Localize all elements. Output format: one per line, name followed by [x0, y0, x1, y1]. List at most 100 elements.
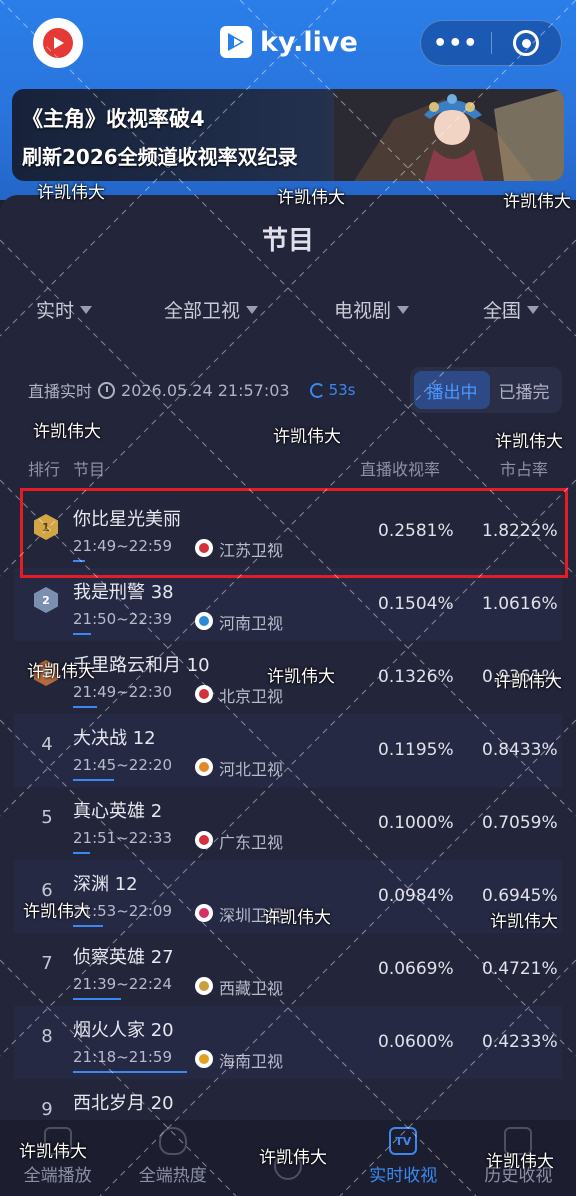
program-title: 深渊 12 [73, 874, 138, 895]
table-row[interactable]: 6 深渊 12 21:53~22:09 深圳卫视 0.0984% 0.6945% [14, 860, 562, 933]
channel-name: 西藏卫视 [219, 979, 284, 998]
airtime-progress-bar [73, 925, 103, 927]
filter-region-label: 全国 [483, 300, 522, 322]
tab-all-playback[interactable]: 全端播放 [0, 1120, 115, 1196]
program-time: 21:18~21:59 [73, 1048, 173, 1066]
rank-number: 5 [41, 807, 53, 828]
tab-label: 实时收视 [369, 1166, 438, 1186]
more-icon[interactable]: ••• [421, 31, 491, 56]
rank-number: 7 [41, 953, 53, 974]
program-title: 烟火人家 20 [73, 1020, 174, 1041]
table-header: 排行 节目 直播收视率 市占率 [0, 456, 576, 480]
program-time: 21:49~22:59 [73, 537, 173, 555]
chevron-down-icon [246, 305, 259, 314]
tab-history-ratings[interactable]: 历史收视 [461, 1120, 576, 1196]
chevron-down-icon [80, 305, 93, 314]
filter-channel-label: 全部卫视 [164, 300, 241, 322]
share-value: 0.7059% [482, 813, 558, 833]
toggle-finished[interactable]: 已播完 [490, 378, 558, 403]
playback-icon [43, 1127, 72, 1155]
program-title: 我是刑警 38 [73, 582, 174, 603]
refresh-icon [309, 382, 325, 398]
header-rating[interactable]: 直播收视率 [360, 456, 440, 480]
rating-value: 0.2581% [378, 521, 454, 541]
history-icon [504, 1127, 533, 1155]
filter-genre-label: 电视剧 [334, 300, 392, 322]
banner-subheadline: 刷新2026全频道收视率双纪录 [22, 145, 298, 169]
channel-logo-icon [195, 904, 213, 922]
filter-time[interactable]: 实时 [36, 296, 93, 323]
close-target-button[interactable] [492, 30, 562, 56]
broadcast-toggle: 播出中 已播完 [410, 367, 562, 413]
table-row[interactable]: 7 侦察英雄 27 21:39~22:24 西藏卫视 0.0669% 0.4721% [14, 933, 562, 1006]
tab-all-heat[interactable]: 全端热度 [115, 1120, 230, 1196]
share-value: 0.6945% [482, 886, 558, 906]
tv-icon: TV [389, 1127, 418, 1155]
rating-value: 0.0984% [378, 886, 454, 906]
share-value: 0.9361% [482, 667, 558, 687]
channel-name: 河南卫视 [219, 614, 284, 633]
share-value: 0.8433% [482, 740, 558, 760]
filter-time-label: 实时 [36, 300, 75, 322]
program-time: 21:39~22:24 [73, 975, 173, 993]
channel-logo-icon [195, 685, 213, 703]
live-label: 直播实时 [28, 382, 93, 401]
rating-value: 0.1195% [378, 740, 454, 760]
rating-value: 0.1326% [378, 667, 454, 687]
filter-region[interactable]: 全国 [483, 296, 540, 323]
header-bar: ky.live ••• 《主角》收视率破4 刷新2026全频道收视率双纪录 [0, 0, 576, 200]
flame-icon [158, 1127, 187, 1155]
refresh-countdown[interactable]: 53s [309, 381, 356, 399]
refresh-seconds: 53s [328, 381, 356, 399]
table-row[interactable]: 4 大决战 12 21:45~22:20 河北卫视 0.1195% 0.8433% [14, 714, 562, 787]
program-title: 你比星光美丽 [73, 509, 181, 530]
channel-logo-icon [195, 1050, 213, 1068]
mini-program-capsule: ••• [420, 20, 562, 66]
airtime-progress-bar [73, 706, 97, 708]
bottom-tab-bar: 全端播放 全端热度 TV 实时收视 历史收视 [0, 1120, 576, 1196]
table-row[interactable]: 3 千里路云和月 10 21:49~22:30 北京卫视 0.1326% 0.9361% [14, 641, 562, 714]
rating-value: 0.1504% [378, 594, 454, 614]
channel-name: 海南卫视 [219, 1052, 284, 1071]
table-row[interactable]: 8 烟火人家 20 21:18~21:59 海南卫视 0.0600% 0.4233% [14, 1006, 562, 1079]
share-value: 1.8222% [482, 521, 558, 541]
toggle-on-air[interactable]: 播出中 [414, 371, 490, 409]
clock-icon [98, 381, 116, 399]
filter-channel[interactable]: 全部卫视 [164, 296, 259, 323]
tab-label: 历史收视 [484, 1166, 553, 1186]
filter-genre[interactable]: 电视剧 [334, 296, 410, 323]
rank-medal-icon: 1 [34, 514, 58, 540]
live-status: 直播实时 2026.05.24 21:57:03 53s [28, 378, 355, 402]
chevron-down-icon [527, 305, 540, 314]
tab-label: 全端热度 [138, 1166, 207, 1186]
airtime-progress-bar [73, 852, 90, 854]
program-title: 千里路云和月 10 [73, 655, 210, 676]
channel-name: 广东卫视 [219, 833, 284, 852]
program-title: 西北岁月 20 [73, 1093, 174, 1114]
rank-number: 8 [41, 1026, 53, 1047]
brand-name: ky.live [260, 26, 358, 58]
location-icon [274, 1152, 302, 1180]
tab-middle[interactable] [230, 1120, 345, 1196]
channel-logo-icon [195, 977, 213, 995]
table-row[interactable]: 5 真心英雄 2 21:51~22:33 广东卫视 0.1000% 0.7059% [14, 787, 562, 860]
rating-value: 0.1000% [378, 813, 454, 833]
app-logo-icon[interactable] [33, 18, 83, 68]
program-title: 侦察英雄 27 [73, 947, 174, 968]
airtime-progress-bar [73, 633, 91, 635]
chevron-down-icon [397, 305, 410, 314]
program-title: 真心英雄 2 [73, 801, 163, 822]
airtime-progress-bar [73, 779, 114, 781]
live-datetime: 2026.05.24 21:57:03 [121, 380, 290, 400]
channel-name: 深圳卫视 [219, 906, 284, 925]
channel-logo-icon [195, 612, 213, 630]
table-row[interactable]: 2 我是刑警 38 21:50~22:39 河南卫视 0.1504% 1.0616% [14, 568, 562, 641]
header-share[interactable]: 市占率 [500, 456, 548, 480]
opera-figure-image [334, 89, 564, 181]
channel-name: 河北卫视 [219, 760, 284, 779]
table-row[interactable]: 1 你比星光美丽 21:49~22:59 江苏卫视 0.2581% 1.8222% [14, 495, 562, 568]
channel-logo-icon [195, 758, 213, 776]
airtime-progress-bar [73, 998, 121, 1000]
tab-realtime-ratings[interactable]: TV 实时收视 [346, 1120, 461, 1196]
promo-banner[interactable]: 《主角》收视率破4 刷新2026全频道收视率双纪录 [12, 89, 564, 181]
